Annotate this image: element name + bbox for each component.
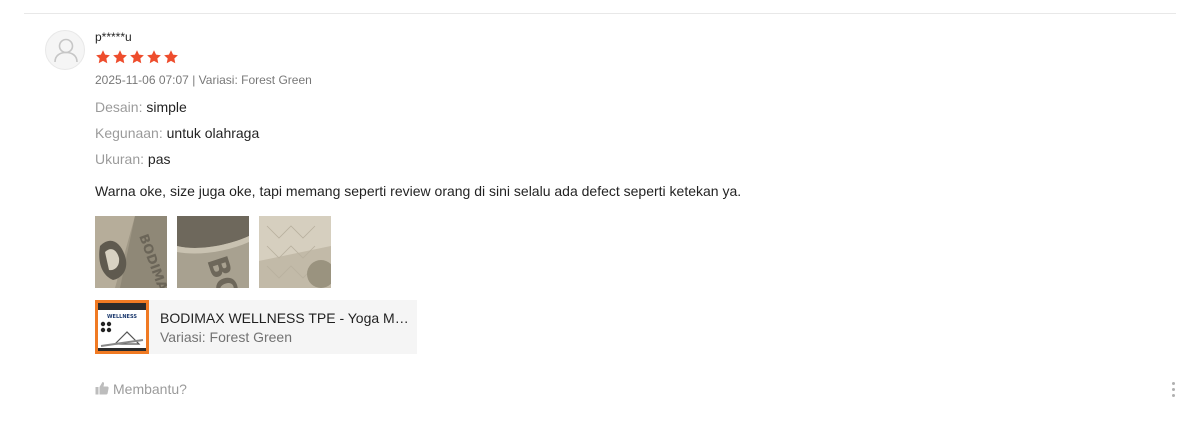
review-item: p*****u 2025-11-06 07:07 | Variasi: Fore… [0, 0, 1200, 440]
user-avatar-icon[interactable] [45, 30, 85, 70]
meta-separator: | [188, 73, 199, 87]
review-body: p*****u 2025-11-06 07:07 | Variasi: Fore… [95, 30, 1155, 354]
review-photo-1[interactable]: BODIMAX [95, 216, 167, 288]
product-info: BODIMAX WELLNESS TPE - Yoga Mat ... Vari… [160, 309, 410, 346]
thumbs-up-icon [95, 381, 109, 398]
product-card[interactable]: WELLNESS BODIMAX WELLNESS TPE - Yoga Mat… [95, 300, 417, 354]
product-thumbnail: WELLNESS [95, 300, 149, 354]
attribute-key: Kegunaan: [95, 125, 163, 141]
review-comment: Warna oke, size juga oke, tapi memang se… [95, 183, 742, 199]
attribute-key: Desain: [95, 99, 143, 115]
attribute-value: pas [147, 151, 171, 167]
helpful-button[interactable]: Membantu? [95, 380, 187, 398]
star-icon [96, 50, 110, 64]
product-name: BODIMAX WELLNESS TPE - Yoga Mat ... [160, 309, 410, 326]
review-timestamp: 2025-11-06 07:07 [95, 73, 189, 87]
rating-stars [95, 49, 1155, 65]
product-image-text: WELLNESS [107, 314, 137, 320]
star-icon [147, 50, 161, 64]
attribute-row-size: Ukuran: pas [95, 150, 1155, 168]
review-meta: 2025-11-06 07:07 | Variasi: Forest Green [95, 73, 1155, 87]
review-photo-3[interactable] [259, 216, 331, 288]
attribute-row-design: Desain: simple [95, 98, 1155, 116]
product-variant: Variasi: Forest Green [160, 328, 293, 345]
attribute-row-usage: Kegunaan: untuk olahraga [95, 124, 1155, 142]
more-vertical-icon[interactable] [1166, 380, 1180, 398]
username: p*****u [95, 30, 132, 44]
review-variation: Variasi: Forest Green [198, 73, 312, 87]
attribute-value: simple [146, 99, 187, 115]
attribute-value: untuk olahraga [166, 125, 260, 141]
review-attributes: Desain: simple Kegunaan: untuk olahraga … [95, 98, 1155, 168]
attribute-key: Ukuran: [95, 151, 145, 167]
star-icon [113, 50, 127, 64]
review-photo-2[interactable]: BOD [177, 216, 249, 288]
review-media-list: BODIMAX BOD [95, 216, 1155, 288]
star-icon [164, 50, 178, 64]
helpful-label: Membantu? [113, 381, 187, 397]
star-icon [130, 50, 144, 64]
